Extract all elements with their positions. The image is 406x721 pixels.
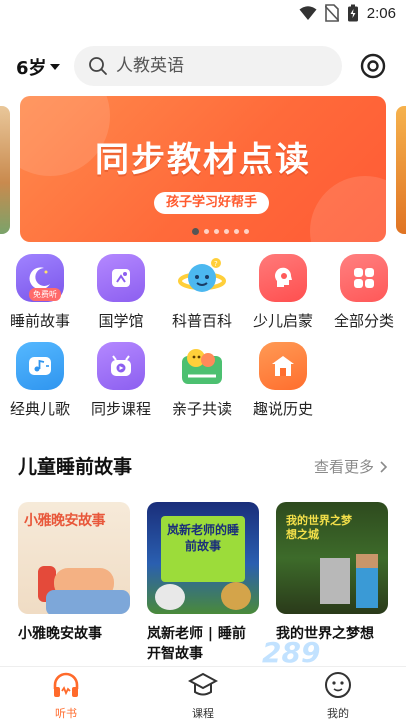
banner-carousel[interactable]: 同步教材点读 孩子学习好帮手 [0,96,406,244]
tab-courses[interactable]: 课程 [163,671,243,721]
category-all[interactable]: 全部分类 [324,254,404,331]
banner-peek-left[interactable] [0,106,10,234]
headphones-icon [53,672,79,697]
category-history[interactable]: 趣说历史 [243,342,323,419]
caret-down-icon [49,64,60,70]
cover-blanket [46,590,130,614]
category-label: 国学馆 [98,312,144,330]
carousel-dot[interactable] [214,229,219,234]
category-sleep-stories[interactable]: 免费听 睡前故事 [0,254,80,331]
wifi-icon [299,6,317,20]
battery-icon [347,4,358,22]
category-label: 同步课程 [90,400,151,418]
card-cover: 我的世界之梦想之城 [276,502,388,614]
scan-icon[interactable] [360,53,386,79]
banner-peek-right[interactable] [396,106,406,234]
book-icon [97,254,145,302]
carousel-dots [192,228,249,235]
header: 6岁 [0,44,406,88]
banner-slide[interactable]: 同步教材点读 孩子学习好帮手 [20,96,386,242]
bottom-nav: 听书 课程 我的 [0,666,406,721]
banner-decoration [310,176,386,242]
nav-label: 听书 [55,707,77,720]
tab-listen[interactable]: 听书 [26,671,106,721]
watermark: 289 [262,636,321,669]
free-badge: 免费听 [29,288,61,301]
cover-steve-head [356,554,378,568]
section-title: 儿童睡前故事 [18,456,133,478]
music-icon [16,342,64,390]
no-sim-icon [324,4,339,22]
status-bar: 2:06 [0,0,406,28]
age-label: 6岁 [16,58,47,79]
cover-text: 岚新老师的睡前故事 [166,523,239,553]
nav-label: 课程 [192,707,214,720]
chevron-right-icon [380,460,388,473]
search-input[interactable] [116,56,316,76]
category-label: 经典儿歌 [9,400,70,418]
category-songs[interactable]: 经典儿歌 [0,342,80,419]
search-bar[interactable] [74,46,342,86]
category-enlighten[interactable]: 少儿启蒙 [243,254,323,331]
category-sync-course[interactable]: 同步课程 [81,342,161,419]
category-label: 亲子共读 [171,400,232,418]
cover-character [221,582,251,610]
category-label: 趣说历史 [252,400,313,418]
nav-label: 我的 [327,707,349,720]
story-card[interactable]: 岚新老师的睡前故事 岚新老师 | 睡前开智故事 [147,502,259,664]
carousel-dot[interactable] [244,229,249,234]
cover-skeleton [320,558,350,604]
status-time: 2:06 [366,4,396,22]
house-icon [259,342,307,390]
carousel-dot[interactable] [224,229,229,234]
cover-character [155,584,185,610]
category-label: 全部分类 [333,312,394,330]
carousel-dot[interactable] [234,229,239,234]
planet-icon: ? [178,254,226,302]
moon-icon: 免费听 [16,254,64,302]
tab-profile[interactable]: 我的 [298,671,378,721]
card-title: 小雅晚安故事 [18,626,102,642]
svg-text:?: ? [214,260,218,268]
cover-text: 我的世界之梦想之城 [286,514,352,541]
graduation-cap-icon [187,672,219,696]
section-header: 儿童睡前故事 查看更多 [0,448,406,478]
play-icon [97,342,145,390]
card-title: 岚新老师 | 睡前开智故事 [147,626,246,662]
category-science[interactable]: ? 科普百科 [162,254,242,331]
banner-subtitle: 孩子学习好帮手 [154,192,270,214]
search-icon [89,57,107,75]
head-icon [259,254,307,302]
category-guoxue[interactable]: 国学馆 [81,254,161,331]
age-selector[interactable]: 6岁 [16,54,61,80]
see-more-label: 查看更多 [313,458,374,476]
cover-text: 小雅晚安故事 [24,513,106,529]
story-card[interactable]: 小雅晚安故事 小雅晚安故事 [18,502,130,644]
card-cover: 小雅晚安故事 [18,502,130,614]
status-icons: 2:06 [299,4,396,22]
carousel-dot[interactable] [192,228,199,235]
category-label: 少儿启蒙 [252,312,313,330]
story-card[interactable]: 我的世界之梦想之城 我的世界之梦想 [276,502,388,644]
card-cover: 岚新老师的睡前故事 [147,502,259,614]
see-more-link[interactable]: 查看更多 [314,456,388,477]
category-label: 睡前故事 [9,312,70,330]
banner-title: 同步教材点读 [95,140,311,180]
carousel-dot[interactable] [204,229,209,234]
grid-icon [340,254,388,302]
category-label: 科普百科 [171,312,232,330]
family-icon [178,342,226,390]
profile-face-icon [325,672,351,698]
category-family-reading[interactable]: 亲子共读 [162,342,242,419]
